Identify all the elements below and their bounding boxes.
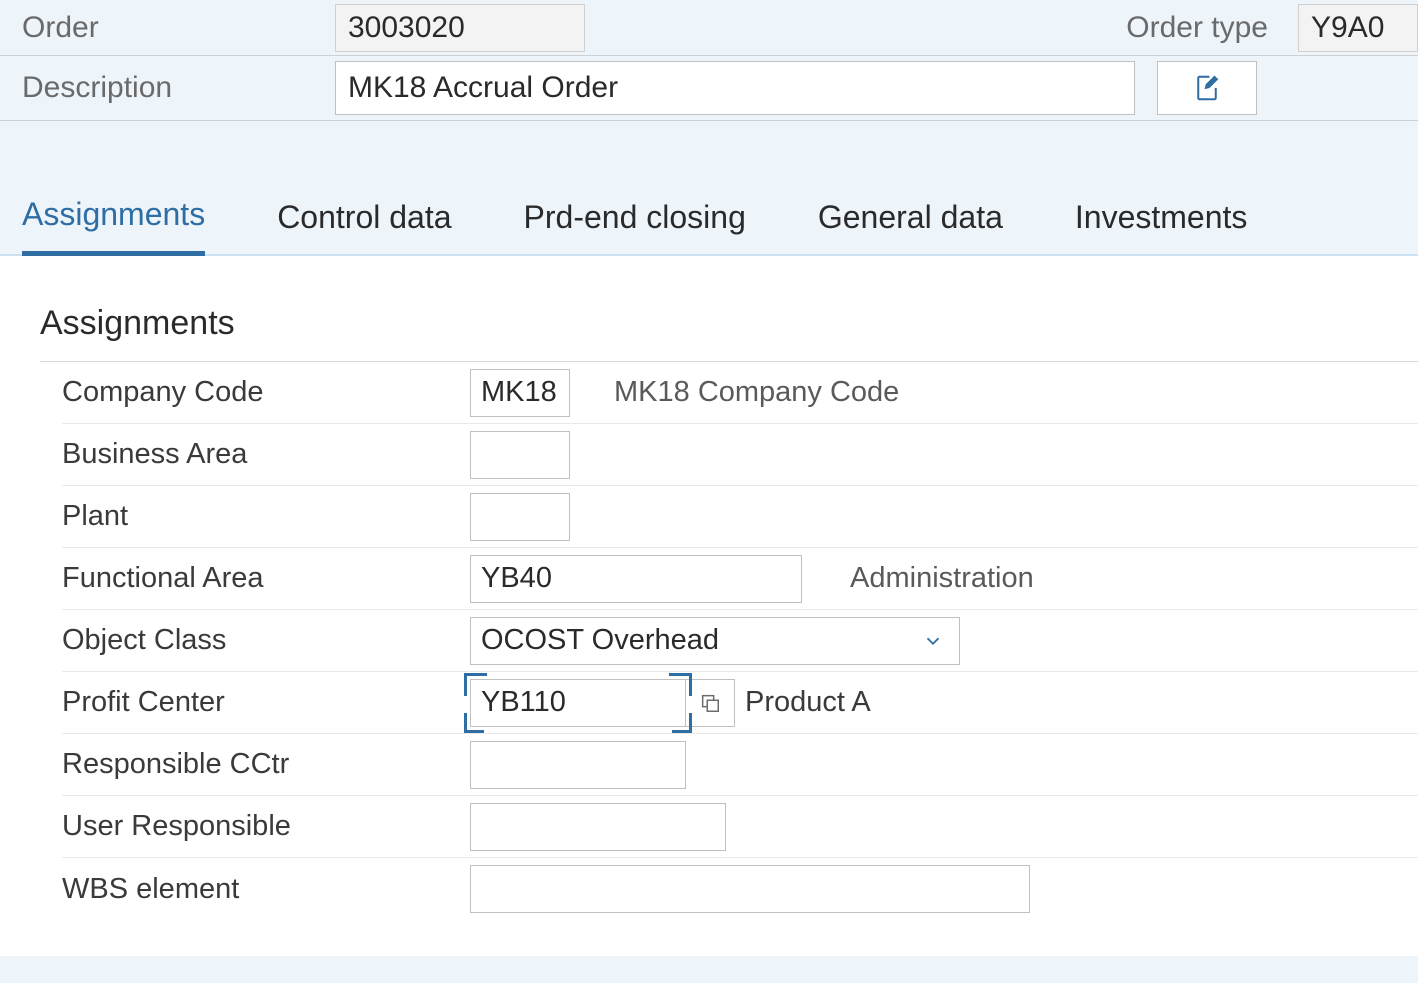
responsible-cctr-input[interactable]: [470, 741, 686, 789]
wbs-element-label: WBS element: [62, 873, 470, 906]
business-area-input[interactable]: [470, 431, 570, 479]
tab-general-data[interactable]: General data: [818, 199, 1003, 254]
profit-center-input[interactable]: [470, 679, 686, 727]
order-label: Order: [0, 11, 335, 45]
responsible-cctr-row: Responsible CCtr: [62, 734, 1418, 796]
responsible-cctr-label: Responsible CCtr: [62, 748, 470, 781]
description-label: Description: [0, 71, 335, 105]
plant-input[interactable]: [470, 493, 570, 541]
tab-strip: Assignments Control data Prd-end closing…: [0, 196, 1418, 256]
company-code-desc: MK18 Company Code: [614, 376, 899, 409]
company-code-label: Company Code: [62, 376, 470, 409]
profit-center-value-help-button[interactable]: [685, 679, 735, 727]
edit-button[interactable]: [1157, 61, 1257, 115]
business-area-label: Business Area: [62, 438, 470, 471]
tab-investments[interactable]: Investments: [1075, 199, 1248, 254]
order-row: Order 3003020 Order type Y9A0: [0, 0, 1418, 56]
user-responsible-row: User Responsible: [62, 796, 1418, 858]
tab-content: Assignments Company Code MK18 Company Co…: [0, 256, 1418, 956]
order-type-label: Order type: [1126, 11, 1298, 45]
profit-center-row: Profit Center Product A: [62, 672, 1418, 734]
business-area-row: Business Area: [62, 424, 1418, 486]
functional-area-input[interactable]: [470, 555, 802, 603]
functional-area-label: Functional Area: [62, 562, 470, 595]
description-row: Description: [0, 56, 1418, 121]
description-input[interactable]: [335, 61, 1135, 115]
wbs-element-row: WBS element: [62, 858, 1418, 920]
object-class-row: Object Class: [62, 610, 1418, 672]
assignments-section-title: Assignments: [40, 304, 1418, 343]
functional-area-desc: Administration: [850, 562, 1034, 595]
tab-assignments[interactable]: Assignments: [22, 196, 205, 256]
wbs-element-input[interactable]: [470, 865, 1030, 913]
functional-area-row: Functional Area Administration: [62, 548, 1418, 610]
plant-row: Plant: [62, 486, 1418, 548]
tab-prd-end-closing[interactable]: Prd-end closing: [524, 199, 746, 254]
user-responsible-label: User Responsible: [62, 810, 470, 843]
user-responsible-input[interactable]: [470, 803, 726, 851]
object-class-label: Object Class: [62, 624, 470, 657]
order-type-value: Y9A0: [1298, 4, 1418, 52]
object-class-input[interactable]: [470, 617, 960, 665]
object-class-select[interactable]: [470, 617, 960, 665]
order-value: 3003020: [335, 4, 585, 52]
value-help-icon: [699, 692, 721, 714]
tab-control-data[interactable]: Control data: [277, 199, 451, 254]
edit-icon: [1192, 73, 1222, 103]
profit-center-label: Profit Center: [62, 686, 470, 719]
assignments-form: Company Code MK18 Company Code Business …: [40, 361, 1418, 920]
profit-center-desc: Product A: [745, 686, 871, 719]
company-code-input[interactable]: [470, 369, 570, 417]
plant-label: Plant: [62, 500, 470, 533]
company-code-row: Company Code MK18 Company Code: [62, 362, 1418, 424]
profit-center-focus: [470, 679, 686, 727]
